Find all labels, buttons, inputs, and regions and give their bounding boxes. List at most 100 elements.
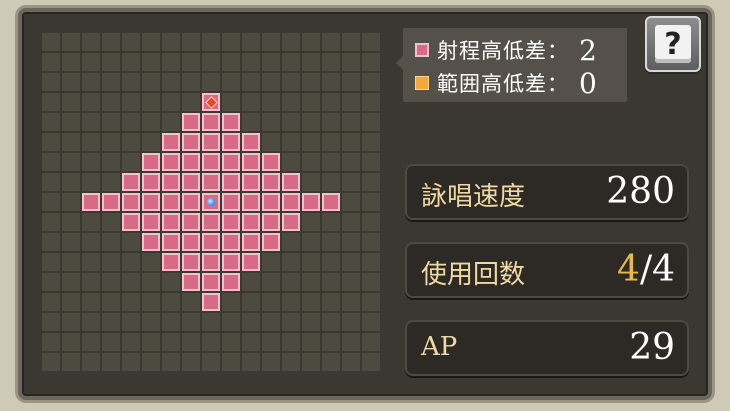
grid-cell [142, 253, 160, 271]
grid-cell [242, 313, 260, 331]
range-cell [182, 113, 200, 131]
grid-cell [82, 153, 100, 171]
grid-cell [42, 273, 60, 291]
grid-cell [82, 133, 100, 151]
grid-cell [322, 213, 340, 231]
caster-marker-icon [207, 198, 215, 206]
grid-cell [102, 173, 120, 191]
grid-cell [42, 313, 60, 331]
range-cell [142, 153, 160, 171]
grid-cell [362, 113, 380, 131]
uses-value: 4/4 [617, 249, 675, 290]
grid-cell [362, 73, 380, 91]
uses-max: 4 [652, 249, 675, 290]
grid-cell [162, 93, 180, 111]
grid-cell [42, 353, 60, 371]
grid-cell [222, 33, 240, 51]
grid-cell [42, 133, 60, 151]
grid-cell [322, 173, 340, 191]
grid-cell [362, 273, 380, 291]
grid-cell [242, 93, 260, 111]
grid-cell [102, 293, 120, 311]
grid-cell [322, 73, 340, 91]
range-cell [142, 233, 160, 251]
range-cell [222, 173, 240, 191]
range-cell [182, 193, 200, 211]
grid-cell [222, 73, 240, 91]
grid-cell [342, 293, 360, 311]
range-cell [242, 213, 260, 231]
grid-cell [242, 73, 260, 91]
grid-cell [162, 113, 180, 131]
grid-cell [82, 333, 100, 351]
range-cell [122, 193, 140, 211]
cast-speed-label: 詠唱速度 [421, 182, 526, 212]
grid-cell [362, 93, 380, 111]
grid-cell [362, 293, 380, 311]
grid-cell [102, 313, 120, 331]
grid-cell [362, 253, 380, 271]
range-cell [222, 113, 240, 131]
grid-cell [122, 313, 140, 331]
grid-cell [42, 193, 60, 211]
help-button[interactable]: ? [645, 16, 701, 72]
grid-cell [342, 213, 360, 231]
grid-cell [142, 313, 160, 331]
grid-cell [182, 313, 200, 331]
ap-label: AP [421, 332, 458, 362]
grid-cell [202, 313, 220, 331]
grid-cell [322, 93, 340, 111]
grid-cell [302, 293, 320, 311]
grid-cell [62, 213, 80, 231]
grid-cell [162, 313, 180, 331]
grid-cell [122, 293, 140, 311]
area-height-label: 範囲高低差： [437, 72, 569, 96]
grid-cell [142, 73, 160, 91]
grid-cell [362, 53, 380, 71]
grid-cell [222, 93, 240, 111]
grid-cell [302, 213, 320, 231]
range-cell [242, 133, 260, 151]
grid-cell [142, 93, 160, 111]
grid-cell [202, 73, 220, 91]
grid-cell [122, 53, 140, 71]
range-cell [222, 153, 240, 171]
grid-cell [222, 313, 240, 331]
range-cell [202, 153, 220, 171]
grid-cell [62, 153, 80, 171]
grid-cell [282, 53, 300, 71]
legend-range-height: 射程高低差： 2 [415, 34, 598, 67]
grid-cell [122, 253, 140, 271]
grid-cell [282, 73, 300, 91]
grid-cell [102, 153, 120, 171]
grid-cell [122, 33, 140, 51]
grid-cell [182, 353, 200, 371]
range-cell [222, 133, 240, 151]
grid-cell [142, 133, 160, 151]
range-cell [182, 153, 200, 171]
grid-cell [302, 133, 320, 151]
grid-cell [222, 353, 240, 371]
grid-cell [262, 33, 280, 51]
grid-cell [302, 53, 320, 71]
grid-cell [42, 73, 60, 91]
grid-cell [342, 53, 360, 71]
grid-cell [202, 53, 220, 71]
area-height-value: 0 [579, 66, 598, 100]
grid-cell [242, 273, 260, 291]
grid-cell [302, 333, 320, 351]
grid-cell [82, 73, 100, 91]
range-cell [242, 193, 260, 211]
range-cell [162, 133, 180, 151]
grid-cell [342, 33, 360, 51]
range-cell [282, 173, 300, 191]
grid-cell [102, 133, 120, 151]
grid-cell [162, 353, 180, 371]
grid-cell [282, 253, 300, 271]
grid-cell [82, 213, 100, 231]
grid-cell [222, 53, 240, 71]
grid-cell [362, 233, 380, 251]
cast-speed-row: 詠唱速度 280 [405, 164, 689, 220]
grid-cell [282, 93, 300, 111]
grid-cell [302, 273, 320, 291]
